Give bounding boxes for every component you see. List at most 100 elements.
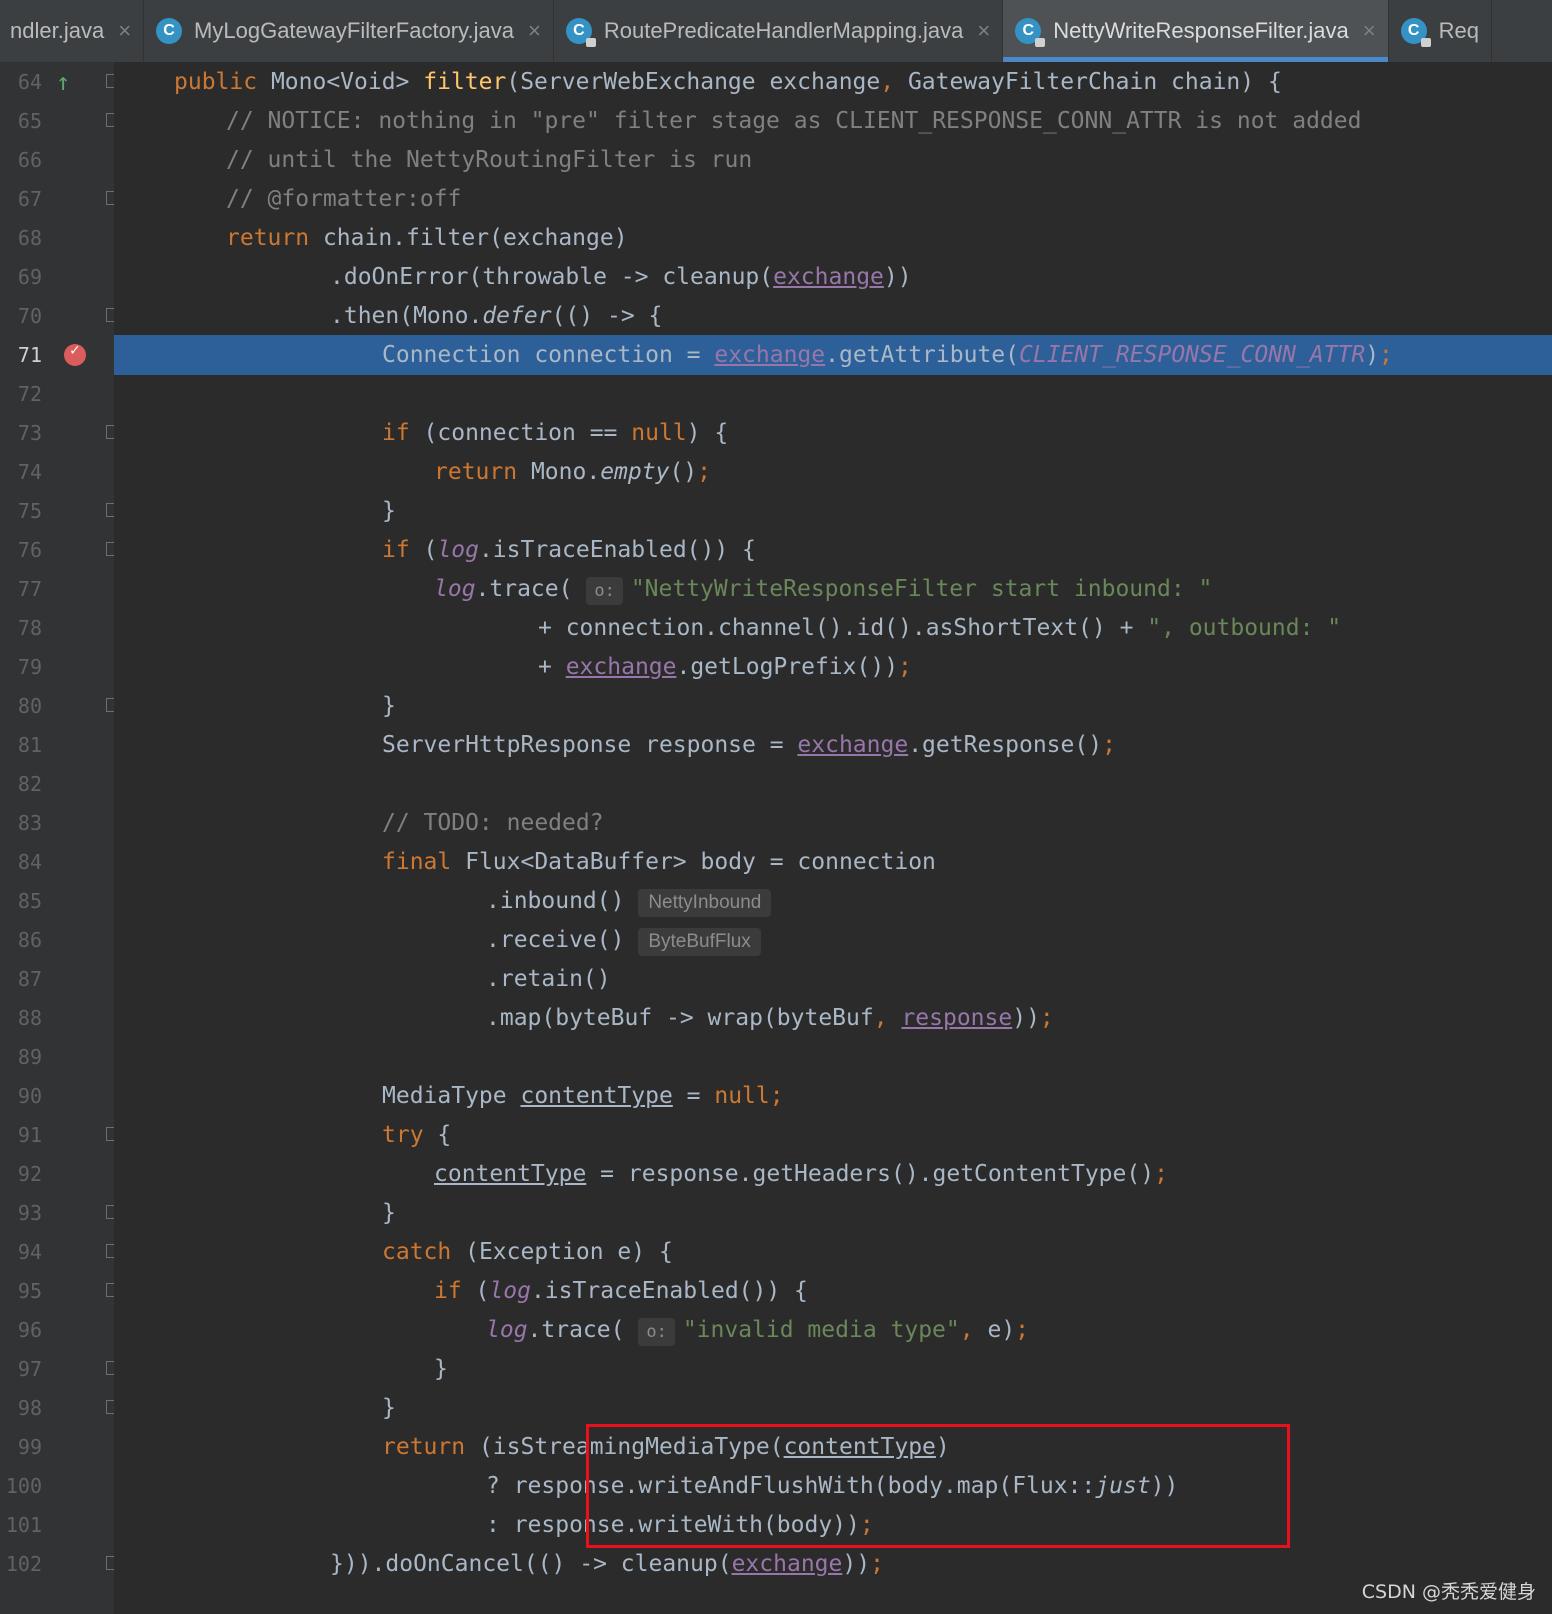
- code-line[interactable]: // @formatter:off: [114, 179, 1552, 219]
- code-line[interactable]: [114, 374, 1552, 414]
- line-number: 99: [17, 1435, 42, 1459]
- code-line[interactable]: ServerHttpResponse response = exchange.g…: [114, 725, 1552, 765]
- code-text: Connection connection = exchange.getAttr…: [382, 335, 1393, 375]
- code-text: // @formatter:off: [226, 179, 461, 219]
- gutter-line[interactable]: 90: [0, 1076, 114, 1116]
- gutter-line[interactable]: 77: [0, 569, 114, 609]
- close-icon[interactable]: ×: [1363, 18, 1376, 44]
- gutter-line[interactable]: 88: [0, 998, 114, 1038]
- gutter-line[interactable]: 101: [0, 1505, 114, 1545]
- tab-routepredicatehandlermapping[interactable]: C RoutePredicateHandlerMapping.java ×: [554, 0, 1004, 62]
- code-line[interactable]: public Mono<Void> filter(ServerWebExchan…: [114, 62, 1552, 102]
- code-line[interactable]: }: [114, 1388, 1552, 1428]
- line-number: 92: [17, 1162, 42, 1186]
- code-line[interactable]: .map(byteBuf -> wrap(byteBuf, response))…: [114, 998, 1552, 1038]
- gutter-line[interactable]: 102: [0, 1544, 120, 1584]
- code-token: ;: [1015, 1317, 1030, 1343]
- code-token: .trace(: [475, 576, 587, 602]
- code-line[interactable]: // NOTICE: nothing in "pre" filter stage…: [114, 101, 1552, 141]
- gutter-line[interactable]: 76: [0, 530, 120, 570]
- gutter-line[interactable]: 83: [0, 803, 114, 843]
- code-line[interactable]: .inbound() NettyInbound: [114, 881, 1552, 921]
- override-marker-icon[interactable]: ↑: [56, 62, 70, 102]
- code-line[interactable]: if (log.isTraceEnabled()) {: [114, 530, 1552, 570]
- code-line[interactable]: }: [114, 491, 1552, 531]
- gutter-line[interactable]: 67: [0, 179, 120, 219]
- gutter-line[interactable]: 73: [0, 413, 120, 453]
- gutter-line[interactable]: 80: [0, 686, 120, 726]
- gutter-line[interactable]: 64 ↑: [0, 62, 120, 102]
- code-line[interactable]: contentType = response.getHeaders().getC…: [114, 1154, 1552, 1194]
- close-icon[interactable]: ×: [118, 18, 131, 44]
- gutter-line[interactable]: 96: [0, 1310, 114, 1350]
- gutter-line[interactable]: 70: [0, 296, 120, 336]
- gutter-line[interactable]: 75: [0, 491, 120, 531]
- code-line[interactable]: .retain(): [114, 959, 1552, 999]
- code-line[interactable]: try {: [114, 1115, 1552, 1155]
- code-line[interactable]: if (log.isTraceEnabled()) {: [114, 1271, 1552, 1311]
- code-editor[interactable]: public Mono<Void> filter(ServerWebExchan…: [114, 62, 1552, 1614]
- code-line[interactable]: // TODO: needed?: [114, 803, 1552, 843]
- gutter-line[interactable]: 85: [0, 881, 114, 921]
- gutter-line[interactable]: 89: [0, 1037, 114, 1077]
- line-number: 66: [17, 148, 42, 172]
- code-line[interactable]: // until the NettyRoutingFilter is run: [114, 140, 1552, 180]
- code-line[interactable]: [114, 1037, 1552, 1077]
- code-line[interactable]: if (connection == null) {: [114, 413, 1552, 453]
- tab-ndler[interactable]: ndler.java ×: [0, 0, 145, 62]
- gutter-line[interactable]: 92: [0, 1154, 114, 1194]
- code-token: {: [437, 1122, 452, 1148]
- close-icon[interactable]: ×: [528, 18, 541, 44]
- code-line[interactable]: .then(Mono.defer(() -> {: [114, 296, 1552, 336]
- code-token: ;: [1102, 732, 1116, 758]
- gutter-line[interactable]: 66: [0, 140, 114, 180]
- code-line[interactable]: + exchange.getLogPrefix());: [114, 647, 1552, 687]
- code-token: log: [489, 1278, 531, 1304]
- gutter-line[interactable]: 72: [0, 374, 114, 414]
- tab-myloggatewayfilterfactory[interactable]: C MyLogGatewayFilterFactory.java ×: [144, 0, 554, 62]
- code-line[interactable]: [114, 764, 1552, 804]
- gutter-line[interactable]: 95: [0, 1271, 120, 1311]
- gutter-line[interactable]: 68: [0, 218, 114, 258]
- gutter-line[interactable]: 94: [0, 1232, 120, 1272]
- gutter-line[interactable]: 99: [0, 1427, 114, 1467]
- gutter-line[interactable]: 87: [0, 959, 114, 999]
- line-number-gutter[interactable]: 64 ↑ 65 66 67 68 69 70 71 72 73 74 75 76 77 78 79 80 81 82 8…: [0, 62, 120, 1614]
- gutter-line[interactable]: 78: [0, 608, 114, 648]
- code-line[interactable]: }: [114, 1193, 1552, 1233]
- close-icon[interactable]: ×: [977, 18, 990, 44]
- code-line[interactable]: catch (Exception e) {: [114, 1232, 1552, 1272]
- gutter-line[interactable]: 91: [0, 1115, 120, 1155]
- code-token: "invalid media type": [682, 1317, 960, 1343]
- tab-nettywriteresponsefilter[interactable]: C NettyWriteResponseFilter.java ×: [1003, 0, 1389, 62]
- gutter-line[interactable]: 98: [0, 1388, 120, 1428]
- code-line[interactable]: return Mono.empty();: [114, 452, 1552, 492]
- gutter-line[interactable]: 100: [0, 1466, 114, 1506]
- code-line[interactable]: log.trace( o: "invalid media type", e);: [114, 1310, 1552, 1350]
- gutter-line[interactable]: 79: [0, 647, 114, 687]
- code-line[interactable]: .doOnError(throwable -> cleanup(exchange…: [114, 257, 1552, 297]
- code-token: ,: [873, 1005, 902, 1031]
- breakpoint-icon[interactable]: [64, 330, 86, 370]
- gutter-line[interactable]: 74: [0, 452, 114, 492]
- gutter-line[interactable]: 69: [0, 257, 114, 297]
- code-line[interactable]: Connection connection = exchange.getAttr…: [114, 335, 1552, 375]
- code-line[interactable]: + connection.channel().id().asShortText(…: [114, 608, 1552, 648]
- gutter-line[interactable]: 82: [0, 764, 114, 804]
- gutter-line[interactable]: 97: [0, 1349, 120, 1389]
- code-line[interactable]: log.trace( o: "NettyWriteResponseFilter s…: [114, 569, 1552, 609]
- gutter-line[interactable]: 71: [0, 330, 114, 375]
- code-line[interactable]: })).doOnCancel(() -> cleanup(exchange));: [114, 1544, 1552, 1584]
- gutter-line[interactable]: 84: [0, 842, 114, 882]
- gutter-line[interactable]: 86: [0, 920, 114, 960]
- tab-req[interactable]: C Req: [1389, 0, 1492, 62]
- code-line[interactable]: MediaType contentType = null;: [114, 1076, 1552, 1116]
- gutter-line[interactable]: 65: [0, 101, 120, 141]
- code-line[interactable]: final Flux<DataBuffer> body = connection: [114, 842, 1552, 882]
- code-line[interactable]: }: [114, 686, 1552, 726]
- code-line[interactable]: }: [114, 1349, 1552, 1389]
- code-line[interactable]: .receive() ByteBufFlux: [114, 920, 1552, 960]
- gutter-line[interactable]: 81: [0, 725, 114, 765]
- gutter-line[interactable]: 93: [0, 1193, 120, 1233]
- code-line[interactable]: return chain.filter(exchange): [114, 218, 1552, 258]
